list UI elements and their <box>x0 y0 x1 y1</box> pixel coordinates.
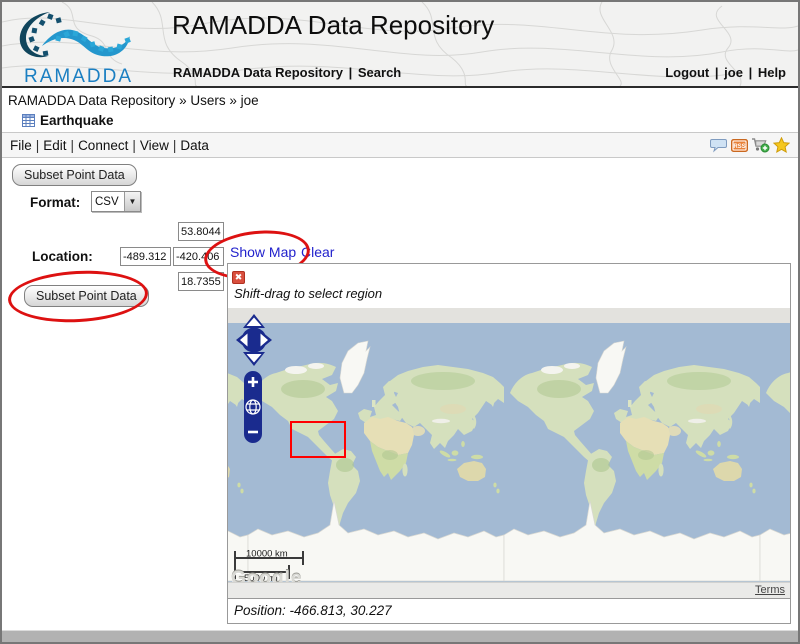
entry-menubar: File|Edit|Connect|View|Data RSS <box>2 132 798 158</box>
map-panel: ✖ Shift-drag to select region <box>227 263 791 624</box>
cart-icon[interactable] <box>751 137 770 153</box>
menu-separator: | <box>71 138 75 153</box>
map-position-readout: Position: -466.813, 30.227 <box>228 598 790 623</box>
nav-separator: | <box>349 65 353 80</box>
header-user-nav: Logout | joe | Help <box>664 65 787 80</box>
ramadda-page: RAMADDA RAMADDA Data Repository RAMADDA … <box>0 0 800 644</box>
format-select[interactable]: CSV ▼ <box>91 191 141 212</box>
location-north-input[interactable] <box>178 222 224 241</box>
subset-point-data-button-bottom[interactable]: Subset Point Data <box>24 285 149 307</box>
rss-icon[interactable]: RSS <box>731 139 748 152</box>
breadcrumb-separator: » <box>179 93 187 108</box>
breadcrumb-repository[interactable]: RAMADDA Data Repository <box>8 93 175 108</box>
page-header: RAMADDA RAMADDA Data Repository RAMADDA … <box>2 2 798 88</box>
page-title: RAMADDA Data Repository <box>172 10 494 41</box>
nav-repository-link[interactable]: RAMADDA Data Repository <box>173 65 343 80</box>
location-west-input[interactable] <box>120 247 171 266</box>
breadcrumb: RAMADDA Data Repository » Users » joe <box>2 88 798 110</box>
menu-file[interactable]: File <box>10 138 32 153</box>
menu-separator: | <box>36 138 40 153</box>
map-pan-control[interactable] <box>234 312 274 370</box>
menu-connect[interactable]: Connect <box>78 138 128 153</box>
nav-logout-link[interactable]: Logout <box>665 65 709 80</box>
page-footer-bar <box>2 630 798 642</box>
ramadda-logo[interactable]: RAMADDA <box>12 6 142 84</box>
map-selection-rectangle[interactable] <box>290 421 346 458</box>
menubar-icons: RSS <box>710 137 790 153</box>
subset-point-data-button-top[interactable]: Subset Point Data <box>12 164 137 186</box>
breadcrumb-users[interactable]: Users <box>190 93 225 108</box>
star-icon[interactable] <box>773 137 790 153</box>
menu-separator: | <box>132 138 136 153</box>
map-hint-text: Shift-drag to select region <box>232 285 786 306</box>
menu-data[interactable]: Data <box>180 138 209 153</box>
breadcrumb-separator: » <box>229 93 237 108</box>
format-label: Format: <box>30 195 80 210</box>
location-south-input[interactable] <box>178 272 224 291</box>
map-panel-header: ✖ Shift-drag to select region <box>228 264 790 308</box>
nav-separator: | <box>749 65 753 80</box>
nav-user-link[interactable]: joe <box>724 65 743 80</box>
show-map-link[interactable]: Show Map <box>230 244 296 260</box>
nav-help-link[interactable]: Help <box>758 65 786 80</box>
location-east-input[interactable] <box>173 247 224 266</box>
map-attribution-bar: Terms <box>228 582 790 598</box>
clear-link[interactable]: Clear <box>301 244 334 260</box>
menu-separator: | <box>173 138 177 153</box>
terms-link[interactable]: Terms <box>755 584 785 596</box>
header-nav: RAMADDA Data Repository | Search Logout … <box>172 65 788 80</box>
comment-icon[interactable] <box>710 138 728 153</box>
select-dropdown-arrow: ▼ <box>124 192 140 211</box>
nav-search-link[interactable]: Search <box>358 65 401 80</box>
subset-form: Subset Point Data Format: CSV ▼ Location… <box>2 158 798 624</box>
menu-items: File|Edit|Connect|View|Data <box>10 138 209 153</box>
logo-wordmark: RAMADDA <box>24 66 133 88</box>
map-viewport[interactable]: 10000 km 5000 mi Google Terms <box>228 308 790 598</box>
entry-row: Earthquake <box>2 110 798 132</box>
scale-km-label: 10000 km <box>246 549 288 560</box>
spreadsheet-icon <box>22 114 35 127</box>
ramadda-logo-swoosh <box>12 6 142 66</box>
menu-view[interactable]: View <box>140 138 169 153</box>
close-icon[interactable]: ✖ <box>232 271 245 284</box>
entry-name[interactable]: Earthquake <box>40 113 114 128</box>
map-zoom-control[interactable] <box>243 370 263 444</box>
nav-separator: | <box>715 65 719 80</box>
format-selected-value: CSV <box>92 196 124 208</box>
breadcrumb-joe[interactable]: joe <box>241 93 259 108</box>
location-label: Location: <box>32 249 93 264</box>
rss-icon-label: RSS <box>733 144 745 150</box>
menu-edit[interactable]: Edit <box>43 138 66 153</box>
